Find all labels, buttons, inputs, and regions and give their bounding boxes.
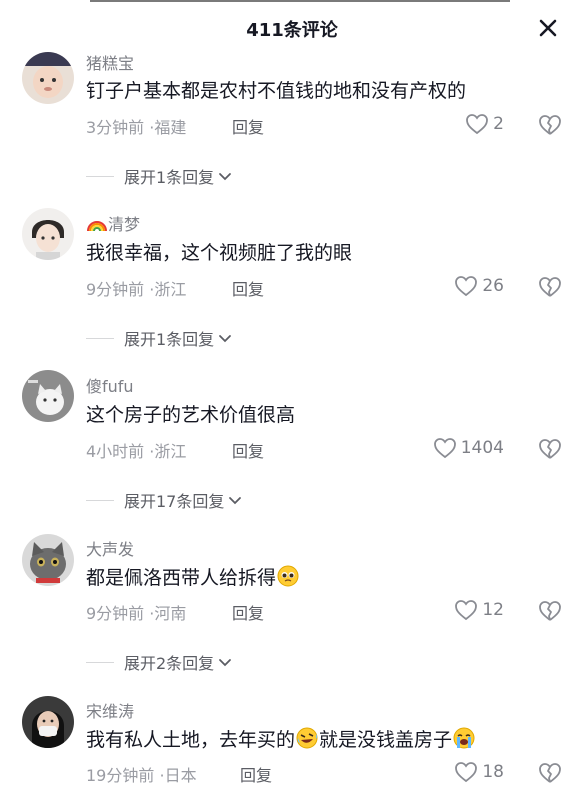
comment-username[interactable]: 大声发 [86, 536, 134, 560]
expand-replies-label: 展开1条回复 [124, 330, 215, 349]
expand-replies-label: 展开17条回复 [124, 492, 225, 511]
dislike-button[interactable] [538, 275, 562, 299]
comment-meta: 19分钟前 ·日本 [86, 762, 197, 786]
avatar[interactable] [22, 534, 74, 586]
avatar[interactable] [22, 52, 74, 104]
comment-time: 19分钟前 [86, 766, 155, 785]
broken-heart-icon [539, 439, 561, 459]
like-count: 12 [482, 600, 504, 620]
avatar[interactable] [22, 696, 74, 748]
comments-header: 411条评论 [0, 0, 584, 58]
comment-text: 我有私人土地，去年买的 就是没钱盖房子 [86, 725, 476, 752]
like-button[interactable]: 18 [454, 761, 504, 783]
comment-username-label: 清梦 [108, 215, 141, 234]
comment-text: 我很幸福，这个视频脏了我的眼 [86, 242, 353, 264]
like-count: 26 [482, 276, 504, 296]
avatar[interactable] [22, 208, 74, 260]
comment-meta: 9分钟前 ·浙江 [86, 276, 186, 300]
reply-button[interactable]: 回复 [232, 438, 264, 462]
comment-location: 河南 [154, 604, 187, 623]
heart-outline-icon [455, 762, 478, 783]
expand-divider [86, 337, 114, 339]
close-icon[interactable] [536, 16, 560, 40]
broken-heart-icon [539, 763, 561, 783]
comment-count-title: 411条评论 [246, 20, 338, 41]
broken-heart-icon [539, 601, 561, 621]
expand-divider [86, 175, 114, 177]
like-button[interactable]: 2 [465, 113, 504, 135]
reply-button[interactable]: 回复 [232, 600, 264, 624]
comment-location: 浙江 [154, 442, 187, 461]
expand-replies-button[interactable]: 展开17条回复 [86, 488, 243, 512]
comment-username[interactable]: 宋维涛 [86, 698, 134, 722]
comment-meta: 9分钟前 ·河南 [86, 600, 186, 624]
comment-text-content: 都是佩洛西带人给拆得 [86, 567, 277, 589]
dislike-button[interactable] [538, 113, 562, 137]
comment-text: 这个房子的艺术价值很高 [86, 404, 296, 426]
expand-replies-button[interactable]: 展开2条回复 [86, 650, 233, 674]
comment-location: 日本 [164, 766, 197, 785]
comment-location: 福建 [154, 118, 187, 137]
like-button[interactable]: 12 [454, 599, 504, 621]
comment-meta: 3分钟前 ·福建 [86, 114, 186, 138]
loudly-crying-emoji [453, 727, 475, 749]
comment-text-content: 我有私人土地，去年买的 [86, 729, 296, 751]
expand-replies-label: 展开1条回复 [124, 168, 215, 187]
heart-outline-icon [455, 600, 478, 621]
chevron-down-icon [219, 173, 232, 181]
avatar[interactable] [22, 370, 74, 422]
like-button[interactable]: 1404 [433, 437, 504, 459]
comment-username[interactable]: 傻fufu [86, 373, 134, 397]
expand-replies-label: 展开2条回复 [124, 654, 215, 673]
like-button[interactable]: 26 [454, 275, 504, 297]
heart-outline-icon [466, 114, 489, 135]
reply-button[interactable]: 回复 [232, 276, 264, 300]
reply-button[interactable]: 回复 [232, 114, 264, 138]
comment-time: 4小时前 [86, 442, 145, 461]
comment-text: 都是佩洛西带人给拆得 [86, 563, 300, 590]
broken-heart-icon [539, 277, 561, 297]
rainbow-emoji [86, 216, 108, 236]
reply-button[interactable]: 回复 [240, 762, 272, 786]
comment-time: 3分钟前 [86, 118, 145, 137]
chevron-down-icon [219, 659, 232, 667]
rolling-laughing-emoji [296, 727, 318, 749]
comment-meta: 4小时前 ·浙江 [86, 438, 186, 462]
heart-outline-icon [433, 438, 456, 459]
chevron-down-icon [219, 335, 232, 343]
dislike-button[interactable] [538, 599, 562, 623]
comment-username[interactable]: 清梦 [86, 211, 140, 236]
expand-replies-button[interactable]: 展开1条回复 [86, 326, 233, 350]
heart-outline-icon [455, 276, 478, 297]
pleading-face-emoji [277, 565, 299, 587]
comment-text: 钉子户基本都是农村不值钱的地和没有产权的 [86, 80, 467, 102]
broken-heart-icon [539, 115, 561, 135]
dislike-button[interactable] [538, 437, 562, 461]
expand-divider [86, 499, 114, 501]
comment-time: 9分钟前 [86, 604, 145, 623]
comment-location: 浙江 [154, 280, 187, 299]
expand-divider [86, 661, 114, 663]
dislike-button[interactable] [538, 761, 562, 785]
like-count: 2 [493, 114, 504, 134]
like-count: 1404 [460, 438, 504, 458]
comment-text-content-2: 就是没钱盖房子 [319, 729, 453, 751]
like-count: 18 [482, 762, 504, 782]
expand-replies-button[interactable]: 展开1条回复 [86, 164, 233, 188]
chevron-down-icon [229, 497, 242, 505]
comment-time: 9分钟前 [86, 280, 145, 299]
